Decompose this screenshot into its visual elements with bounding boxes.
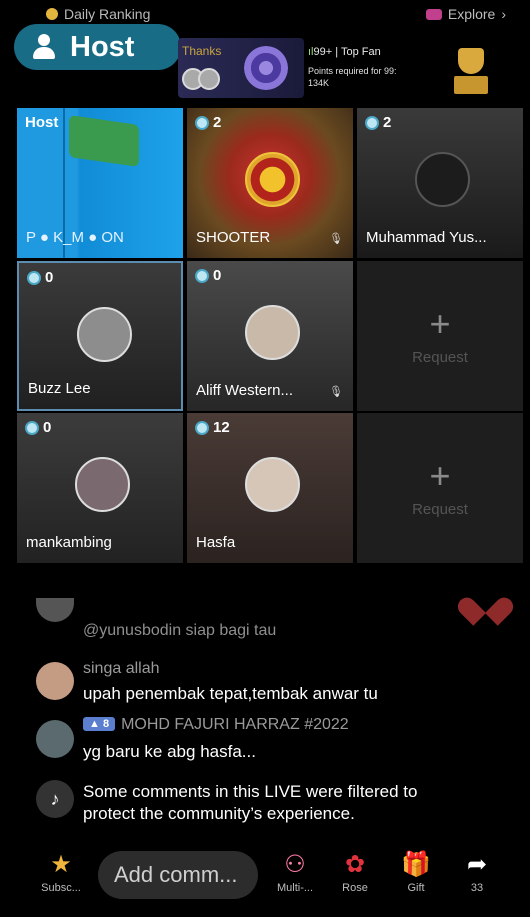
guest-name: Aliff Western...: [196, 382, 293, 399]
coin-icon: [195, 420, 209, 435]
avatar: [198, 68, 220, 90]
share-button[interactable]: ➦ 33: [452, 846, 502, 894]
avatar[interactable]: [36, 662, 74, 700]
explore-label: Explore: [447, 6, 496, 22]
comment-item: singa allah upah penembak tepat,tembak a…: [36, 660, 516, 710]
daily-ranking[interactable]: Daily Ranking: [46, 6, 150, 22]
coin-avatars: [182, 68, 224, 92]
points-value: 134K: [308, 78, 330, 88]
comment-username[interactable]: singa allah: [83, 660, 160, 678]
comment-text: @yunusbodin siap bagi tau: [83, 622, 277, 639]
bottom-action-bar: ★ Subsc... Add comm... ⚇ Multi-... ✿ Ros…: [0, 846, 530, 906]
host-cell[interactable]: Host P ● K_M ● ON: [17, 108, 183, 258]
rose-gift-button[interactable]: ✿ Rose: [330, 846, 380, 894]
top-fan-label: Top Fan: [340, 46, 381, 58]
guest-name: Hasfa: [196, 534, 236, 551]
gift-label: Gift: [407, 882, 425, 894]
avatar: [415, 152, 470, 207]
request-label: Request: [412, 349, 468, 366]
plus-icon: +: [429, 303, 451, 344]
comment-text: upah penembak tepat,tembak anwar tu: [83, 684, 378, 703]
gift-count-badge: 0: [195, 267, 221, 284]
tiktok-icon: ♪: [36, 780, 74, 818]
guest-grid: Host P ● K_M ● ON 2 SHOOTER 🎙 2 Muhammad…: [17, 108, 523, 563]
coin-icon: [195, 268, 209, 283]
guest-name: Buzz Lee: [28, 380, 91, 397]
filter-notice: ♪ Some comments in this LIVE were filter…: [36, 780, 516, 830]
gift-count-badge: 12: [195, 419, 230, 436]
shield-emblem-icon: [245, 152, 300, 207]
fan-count: 99+: [313, 46, 333, 58]
multi-guest-label: Multi-...: [276, 882, 314, 894]
host-badge[interactable]: Host: [14, 24, 181, 70]
thanks-banner[interactable]: Thanks: [178, 38, 304, 98]
guest-cell[interactable]: 2 Muhammad Yus...: [357, 108, 523, 258]
top-fan-info[interactable]: ıl99+ | Top Fan Points required for 99: 1…: [308, 46, 428, 89]
guest-name: SHOOTER: [196, 229, 271, 246]
filter-notice-line-2: protect the community’s experience.: [83, 804, 355, 823]
banner-thanks-text: Thanks: [182, 44, 222, 58]
plus-icon: +: [429, 455, 451, 496]
star-icon: ★: [50, 851, 72, 878]
guest-cell[interactable]: 2 SHOOTER 🎙: [187, 108, 353, 258]
request-slot[interactable]: + Request: [357, 413, 523, 563]
host-tag: Host: [25, 114, 59, 131]
gift-count-badge: 2: [195, 114, 221, 131]
multi-guest-button[interactable]: ⚇ Multi-...: [270, 846, 320, 894]
guest-name: Muhammad Yus...: [366, 229, 487, 246]
comment-text: yg baru ke abg hasfa...: [83, 742, 256, 761]
daily-ranking-label: Daily Ranking: [64, 6, 151, 22]
target-icon: [244, 46, 288, 90]
points-required-label: Points required for 99:: [308, 66, 397, 76]
avatar[interactable]: [36, 720, 74, 758]
comment-username[interactable]: ▲ 8 MOHD FAJURI HARRAZ #2022: [83, 716, 349, 734]
level-badge: ▲ 8: [83, 717, 116, 731]
gift-count-badge: 0: [27, 269, 53, 286]
avatar: [245, 457, 300, 512]
like-heart-icon[interactable]: [468, 586, 502, 614]
share-count: 33: [470, 882, 484, 894]
guest-cell[interactable]: 0 mankambing: [17, 413, 183, 563]
host-badge-label: Host: [70, 30, 135, 63]
gift-count-badge: 0: [25, 419, 51, 436]
mic-off-icon: 🎙: [329, 386, 343, 398]
avatar: [245, 305, 300, 360]
rose-icon: ✿: [344, 851, 366, 878]
gift-count-badge: 2: [365, 114, 391, 131]
multi-guest-icon: ⚇: [284, 851, 306, 878]
guest-name: P ● K_M ● ON: [26, 229, 124, 246]
request-slot[interactable]: + Request: [357, 261, 523, 411]
explore-icon: [425, 8, 442, 20]
subscribe-button[interactable]: ★ Subsc...: [36, 846, 86, 894]
request-label: Request: [412, 501, 468, 518]
ranking-icon: [46, 8, 58, 20]
guest-cell[interactable]: 0 Aliff Western... 🎙: [187, 261, 353, 411]
coin-icon: [27, 270, 41, 285]
coin-icon: [195, 115, 209, 130]
rose-label: Rose: [342, 882, 368, 894]
trophy-icon[interactable]: [452, 46, 490, 96]
chevron-right-icon: ›: [501, 6, 506, 22]
coin-icon: [365, 115, 379, 130]
person-icon: [32, 34, 56, 60]
avatar: [75, 457, 130, 512]
subscribe-label: Subsc...: [41, 882, 81, 894]
gift-button[interactable]: 🎁 Gift: [391, 846, 441, 894]
coin-icon: [25, 420, 39, 435]
avatar: [36, 598, 74, 622]
guest-cell[interactable]: 12 Hasfa: [187, 413, 353, 563]
gift-icon: 🎁: [401, 851, 431, 878]
guest-name: mankambing: [26, 534, 112, 551]
filter-notice-line-1: Some comments in this LIVE were filtered…: [83, 782, 418, 801]
share-arrow-icon: ➦: [466, 851, 488, 878]
comment-item: ▲ 8 MOHD FAJURI HARRAZ #2022 yg baru ke a…: [36, 716, 516, 766]
flag-image: [69, 115, 139, 167]
comment-item: @yunusbodin siap bagi tau: [36, 598, 516, 642]
add-comment-input[interactable]: Add comm...: [98, 851, 258, 899]
mic-off-icon: 🎙: [329, 233, 343, 245]
avatar: [77, 307, 132, 362]
explore-button[interactable]: Explore ›: [425, 6, 506, 22]
guest-cell[interactable]: 0 Buzz Lee: [17, 261, 183, 411]
